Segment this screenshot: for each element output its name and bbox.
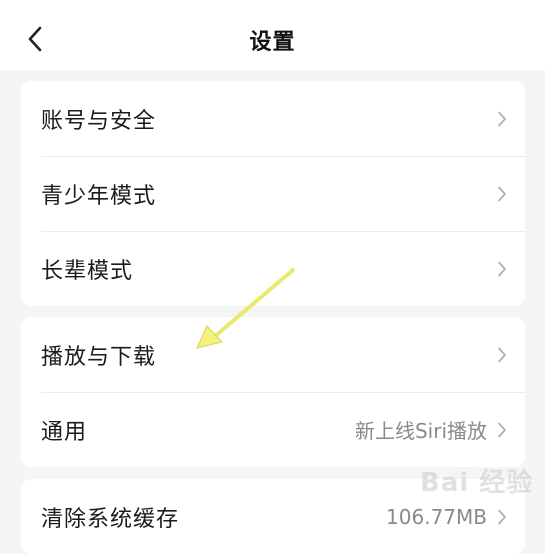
chevron-right-icon xyxy=(498,186,506,201)
settings-item-general[interactable]: 通用 新上线Siri播放 xyxy=(21,392,525,467)
chevron-right-icon xyxy=(498,509,506,524)
settings-item-value: 新上线Siri播放 xyxy=(354,419,487,443)
settings-item-label: 账号与安全 xyxy=(41,108,157,134)
settings-group-account: 账号与安全 青少年模式 长辈模式 xyxy=(21,81,525,306)
settings-group-playback: 播放与下载 通用 新上线Siri播放 xyxy=(21,317,525,467)
settings-item-label: 播放与下载 xyxy=(41,344,157,370)
settings-item-teen-mode[interactable]: 青少年模式 xyxy=(21,156,525,231)
settings-item-label: 长辈模式 xyxy=(41,258,134,284)
settings-item-label: 通用 xyxy=(41,419,88,445)
chevron-right-icon xyxy=(498,422,506,437)
settings-item-label: 清除系统缓存 xyxy=(41,506,180,532)
watermark: Bai 经验 xyxy=(420,468,534,498)
chevron-right-icon xyxy=(498,111,506,126)
settings-item-label: 青少年模式 xyxy=(41,183,157,209)
settings-item-value: 106.77MB xyxy=(386,504,487,529)
chevron-right-icon xyxy=(498,261,506,276)
page-title: 设置 xyxy=(249,30,296,55)
chevron-right-icon xyxy=(498,347,506,362)
settings-item-elder-mode[interactable]: 长辈模式 xyxy=(21,231,525,306)
nav-bar: 设置 xyxy=(0,0,545,70)
settings-item-playback-download[interactable]: 播放与下载 xyxy=(21,317,525,392)
settings-item-account-security[interactable]: 账号与安全 xyxy=(21,81,525,156)
